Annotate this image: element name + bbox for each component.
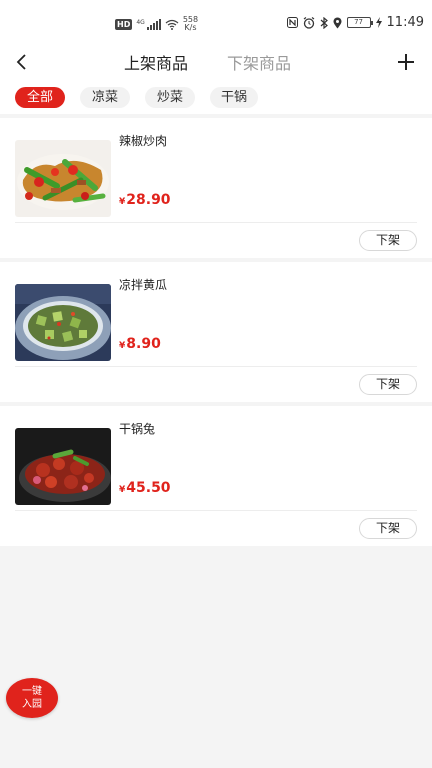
product-image[interactable] xyxy=(15,428,111,505)
product-card: 辣椒炒肉 ¥28.90 下架 xyxy=(0,118,432,258)
product-name: 辣椒炒肉 xyxy=(119,134,168,148)
net-speed: 558 K/s xyxy=(183,16,198,32)
status-right: 77 11:49 xyxy=(286,15,424,30)
product-price: ¥8.90 xyxy=(119,336,161,352)
price-value: 8.90 xyxy=(126,336,161,352)
divider xyxy=(15,510,417,511)
divider xyxy=(15,222,417,223)
product-price: ¥45.50 xyxy=(119,480,171,496)
hd-indicator: HD xyxy=(115,18,133,30)
category-filter-bar: 全部 凉菜 炒菜 干锅 xyxy=(0,80,432,114)
price-value: 28.90 xyxy=(126,192,171,208)
bluetooth-icon xyxy=(320,16,328,29)
charging-icon xyxy=(375,17,382,28)
product-name: 凉拌黄瓜 xyxy=(119,278,168,292)
product-name: 干锅兔 xyxy=(119,422,156,436)
status-bar: HD 4G 558 K/s 77 11:49 xyxy=(0,0,432,44)
one-click-enter-button[interactable]: 一键 入园 xyxy=(6,678,58,718)
product-card: 凉拌黄瓜 ¥8.90 下架 xyxy=(0,262,432,402)
delist-button[interactable]: 下架 xyxy=(359,518,417,539)
product-image[interactable] xyxy=(15,140,111,217)
float-button-line1: 一键 xyxy=(22,686,42,697)
price-value: 45.50 xyxy=(126,480,171,496)
filter-chip-all[interactable]: 全部 xyxy=(15,87,65,108)
tab-listed[interactable]: 上架商品 xyxy=(124,50,188,74)
wifi-icon xyxy=(165,19,179,30)
chevron-left-icon xyxy=(16,54,26,70)
currency-symbol: ¥ xyxy=(119,341,126,351)
clock: 11:49 xyxy=(386,15,424,30)
plus-icon xyxy=(398,54,414,70)
network-type: 4G xyxy=(136,18,145,26)
filter-chip-dry-pot[interactable]: 干锅 xyxy=(210,87,258,108)
signal-icon: 4G xyxy=(136,18,161,30)
float-button-line2: 入园 xyxy=(22,699,42,710)
delist-button[interactable]: 下架 xyxy=(359,230,417,251)
net-speed-unit: K/s xyxy=(184,23,197,32)
divider xyxy=(15,366,417,367)
product-price: ¥28.90 xyxy=(119,192,171,208)
tab-unlisted[interactable]: 下架商品 xyxy=(227,50,291,74)
product-image[interactable] xyxy=(15,284,111,361)
back-button[interactable] xyxy=(10,48,34,76)
header: 上架商品 下架商品 xyxy=(0,44,432,80)
add-product-button[interactable] xyxy=(394,48,418,76)
battery-icon: 77 xyxy=(346,17,373,28)
filter-chip-cold-dishes[interactable]: 凉菜 xyxy=(80,87,130,108)
currency-symbol: ¥ xyxy=(119,485,126,495)
location-icon xyxy=(333,17,342,28)
product-card: 干锅兔 ¥45.50 下架 xyxy=(0,406,432,546)
status-left: HD 4G 558 K/s xyxy=(115,16,198,32)
nfc-icon xyxy=(286,17,298,28)
currency-symbol: ¥ xyxy=(119,197,126,207)
alarm-icon xyxy=(303,16,314,29)
delist-button[interactable]: 下架 xyxy=(359,374,417,395)
filter-chip-stir-fry[interactable]: 炒菜 xyxy=(145,87,195,108)
